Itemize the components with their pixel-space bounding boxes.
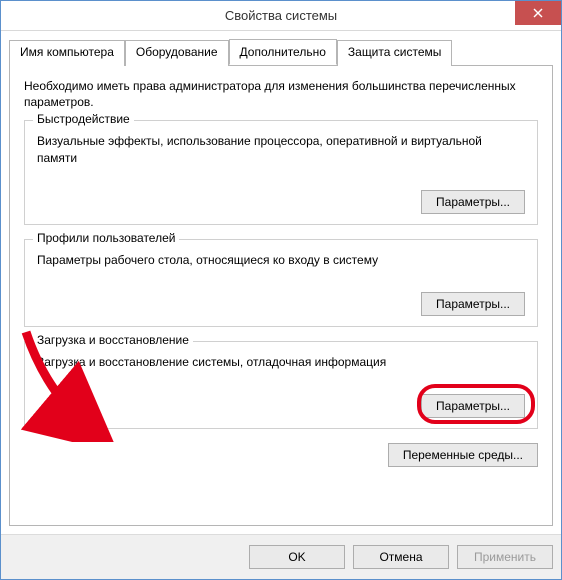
system-properties-window: Свойства системы Имя компьютера Оборудов… (0, 0, 562, 580)
group-performance-desc: Визуальные эффекты, использование процес… (37, 133, 525, 165)
apply-button[interactable]: Применить (457, 545, 553, 569)
ok-button[interactable]: OK (249, 545, 345, 569)
close-button[interactable] (515, 1, 561, 25)
titlebar: Свойства системы (1, 1, 561, 31)
cancel-button[interactable]: Отмена (353, 545, 449, 569)
window-title: Свойства системы (225, 8, 337, 23)
tab-advanced[interactable]: Дополнительно (229, 39, 337, 65)
tab-hardware[interactable]: Оборудование (125, 40, 229, 66)
group-performance: Быстродействие Визуальные эффекты, испол… (24, 120, 538, 224)
group-user-profiles: Профили пользователей Параметры рабочего… (24, 239, 538, 327)
tab-system-protection[interactable]: Защита системы (337, 40, 452, 66)
close-icon (533, 8, 543, 18)
user-profiles-settings-button[interactable]: Параметры... (421, 292, 525, 316)
startup-recovery-settings-button[interactable]: Параметры... (421, 394, 525, 418)
group-user-profiles-legend: Профили пользователей (33, 231, 179, 245)
performance-settings-button[interactable]: Параметры... (421, 190, 525, 214)
group-performance-legend: Быстродействие (33, 112, 134, 126)
group-startup-recovery: Загрузка и восстановление Загрузка и вос… (24, 341, 538, 429)
client-area: Имя компьютера Оборудование Дополнительн… (1, 31, 561, 534)
group-user-profiles-desc: Параметры рабочего стола, относящиеся ко… (37, 252, 525, 268)
dialog-buttons: OK Отмена Применить (1, 534, 561, 579)
tab-panel-advanced: Необходимо иметь права администратора дл… (9, 65, 553, 526)
tabstrip: Имя компьютера Оборудование Дополнительн… (9, 39, 553, 65)
intro-text: Необходимо иметь права администратора дл… (24, 78, 538, 110)
group-startup-recovery-legend: Загрузка и восстановление (33, 333, 193, 347)
group-startup-recovery-desc: Загрузка и восстановление системы, отлад… (37, 354, 525, 370)
tab-computer-name[interactable]: Имя компьютера (9, 40, 125, 66)
environment-variables-button[interactable]: Переменные среды... (388, 443, 538, 467)
